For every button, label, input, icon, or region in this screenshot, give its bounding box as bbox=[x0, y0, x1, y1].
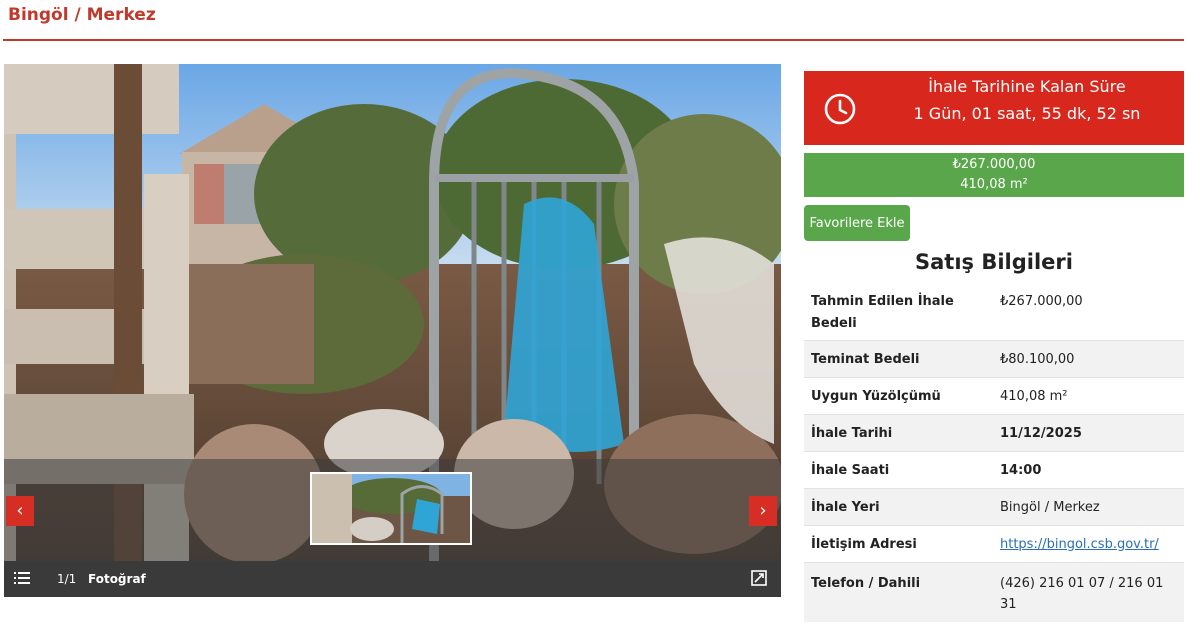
sale-info-table: Tahmin Edilen İhale Bedeli ₺267.000,00 T… bbox=[804, 283, 1184, 622]
title-divider bbox=[3, 39, 1184, 41]
countdown-title: İhale Tarihine Kalan Süre bbox=[928, 77, 1126, 96]
row-value: ₺267.000,00 bbox=[1000, 294, 1083, 309]
row-value: 11/12/2025 bbox=[993, 413, 1184, 451]
row-label: Tahmin Edilen İhale Bedeli bbox=[811, 294, 954, 331]
table-row: Telefon / Dahili (426) 216 01 07 / 216 0… bbox=[804, 561, 1184, 622]
row-value: ₺80.100,00 bbox=[993, 339, 1184, 377]
photo-thumbnail[interactable] bbox=[310, 472, 472, 545]
thumbnail-strip bbox=[4, 459, 781, 561]
row-label: Teminat Bedeli bbox=[804, 339, 993, 377]
row-label: İletişim Adresi bbox=[804, 524, 993, 562]
next-photo-button[interactable]: › bbox=[749, 496, 777, 526]
row-value: 410,08 m² bbox=[993, 376, 1184, 414]
gallery-toolbar: 1/1 Fotoğraf bbox=[4, 561, 781, 597]
row-label: İhale Saati bbox=[804, 450, 993, 488]
table-row: Tahmin Edilen İhale Bedeli ₺267.000,00 bbox=[804, 283, 1184, 340]
row-label: İhale Tarihi bbox=[804, 413, 993, 451]
row-value: Bingöl / Merkez bbox=[993, 487, 1184, 525]
table-row: Uygun Yüzölçümü 410,08 m² bbox=[804, 376, 1184, 414]
price-value: ₺267.000,00 bbox=[952, 157, 1036, 172]
table-row: İhale Yeri Bingöl / Merkez bbox=[804, 487, 1184, 525]
photo-label: Fotoğraf bbox=[88, 572, 146, 586]
add-favorite-button[interactable]: Favorilere Ekle bbox=[804, 205, 910, 241]
row-label: İhale Yeri bbox=[804, 487, 993, 525]
row-value: (426) 216 01 07 / 216 01 31 bbox=[993, 561, 1184, 622]
price-box: ₺267.000,00 410,08 m² bbox=[804, 153, 1184, 197]
area-value: 410,08 m² bbox=[960, 177, 1028, 192]
sale-info-title: Satış Bilgileri bbox=[915, 250, 1073, 274]
table-row: Teminat Bedeli ₺80.100,00 bbox=[804, 339, 1184, 377]
countdown-value: 1 Gün, 01 saat, 55 dk, 52 sn bbox=[913, 104, 1141, 123]
table-row: İhale Saati 14:00 bbox=[804, 450, 1184, 488]
page-title: Bingöl / Merkez bbox=[8, 5, 156, 25]
row-label: Uygun Yüzölçümü bbox=[804, 376, 993, 414]
contact-address-link[interactable]: https://bingol.csb.gov.tr/ bbox=[1000, 537, 1159, 552]
previous-photo-button[interactable]: ‹ bbox=[6, 496, 34, 526]
list-icon[interactable] bbox=[14, 571, 30, 585]
photo-gallery: ‹ › 1/1 Fotoğraf bbox=[4, 64, 781, 597]
table-row: İhale Tarihi 11/12/2025 bbox=[804, 413, 1184, 451]
clock-icon bbox=[824, 93, 856, 125]
countdown-box: İhale Tarihine Kalan Süre 1 Gün, 01 saat… bbox=[804, 71, 1184, 145]
row-label: Telefon / Dahili bbox=[804, 561, 993, 622]
expand-icon[interactable] bbox=[751, 570, 767, 586]
table-row: İletişim Adresi https://bingol.csb.gov.t… bbox=[804, 524, 1184, 562]
photo-counter: 1/1 bbox=[57, 572, 77, 586]
row-value: 14:00 bbox=[993, 450, 1184, 488]
